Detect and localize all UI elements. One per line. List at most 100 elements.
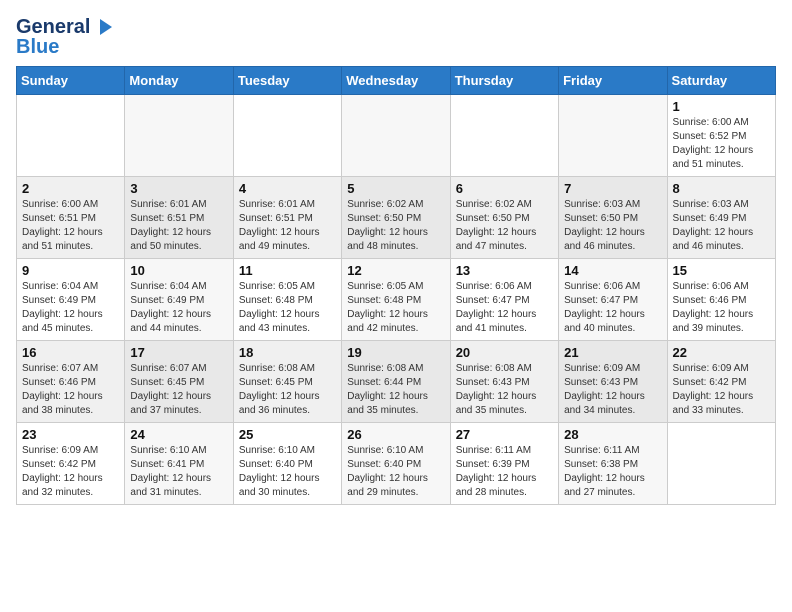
day-number: 27 [456, 427, 553, 442]
calendar-cell: 27 Sunrise: 6:11 AMSunset: 6:39 PMDayligh… [450, 423, 558, 505]
calendar-cell [667, 423, 775, 505]
col-header-friday: Friday [559, 67, 667, 95]
day-info: Sunrise: 6:11 AMSunset: 6:38 PMDaylight:… [564, 444, 661, 500]
logo-text-blue: Blue [16, 36, 59, 58]
day-number: 18 [239, 345, 336, 360]
calendar-header-row: SundayMondayTuesdayWednesdayThursdayFrid… [17, 67, 776, 95]
header: General Blue [16, 16, 776, 58]
logo: General Blue [16, 16, 114, 58]
day-info: Sunrise: 6:10 AMSunset: 6:41 PMDaylight:… [130, 444, 227, 500]
day-number: 10 [130, 263, 227, 278]
day-number: 8 [673, 181, 770, 196]
calendar-cell: 5 Sunrise: 6:02 AMSunset: 6:50 PMDaylight… [342, 177, 450, 259]
calendar-cell [233, 95, 341, 177]
calendar-cell [342, 95, 450, 177]
calendar-cell: 23 Sunrise: 6:09 AMSunset: 6:42 PMDayligh… [17, 423, 125, 505]
calendar-cell: 6 Sunrise: 6:02 AMSunset: 6:50 PMDaylight… [450, 177, 558, 259]
col-header-thursday: Thursday [450, 67, 558, 95]
day-info: Sunrise: 6:06 AMSunset: 6:47 PMDaylight:… [456, 280, 553, 336]
day-info: Sunrise: 6:08 AMSunset: 6:44 PMDaylight:… [347, 362, 444, 418]
calendar-cell: 3 Sunrise: 6:01 AMSunset: 6:51 PMDaylight… [125, 177, 233, 259]
day-info: Sunrise: 6:02 AMSunset: 6:50 PMDaylight:… [347, 198, 444, 254]
day-number: 12 [347, 263, 444, 278]
calendar-cell: 28 Sunrise: 6:11 AMSunset: 6:38 PMDayligh… [559, 423, 667, 505]
col-header-monday: Monday [125, 67, 233, 95]
day-number: 5 [347, 181, 444, 196]
calendar-cell: 17 Sunrise: 6:07 AMSunset: 6:45 PMDayligh… [125, 341, 233, 423]
calendar-week-row: 1Sunrise: 6:00 AMSunset: 6:52 PMDaylight… [17, 95, 776, 177]
day-info: Sunrise: 6:01 AMSunset: 6:51 PMDaylight:… [239, 198, 336, 254]
col-header-saturday: Saturday [667, 67, 775, 95]
day-number: 14 [564, 263, 661, 278]
day-info: Sunrise: 6:04 AMSunset: 6:49 PMDaylight:… [22, 280, 119, 336]
day-info: Sunrise: 6:11 AMSunset: 6:39 PMDaylight:… [456, 444, 553, 500]
calendar-cell: 25Sunrise: 6:10 AMSunset: 6:40 PMDayligh… [233, 423, 341, 505]
day-number: 2 [22, 181, 119, 196]
day-number: 26 [347, 427, 444, 442]
calendar-cell [450, 95, 558, 177]
calendar-cell: 7 Sunrise: 6:03 AMSunset: 6:50 PMDaylight… [559, 177, 667, 259]
calendar-cell: 11 Sunrise: 6:05 AMSunset: 6:48 PMDayligh… [233, 259, 341, 341]
calendar-cell: 14 Sunrise: 6:06 AMSunset: 6:47 PMDayligh… [559, 259, 667, 341]
col-header-tuesday: Tuesday [233, 67, 341, 95]
day-info: Sunrise: 6:09 AMSunset: 6:43 PMDaylight:… [564, 362, 661, 418]
calendar-cell: 9 Sunrise: 6:04 AMSunset: 6:49 PMDaylight… [17, 259, 125, 341]
calendar-cell: 15 Sunrise: 6:06 AMSunset: 6:46 PMDayligh… [667, 259, 775, 341]
day-number: 9 [22, 263, 119, 278]
day-info: Sunrise: 6:01 AMSunset: 6:51 PMDaylight:… [130, 198, 227, 254]
day-info: Sunrise: 6:03 AMSunset: 6:49 PMDaylight:… [673, 198, 770, 254]
day-number: 11 [239, 263, 336, 278]
calendar-cell: 13Sunrise: 6:06 AMSunset: 6:47 PMDayligh… [450, 259, 558, 341]
calendar-cell: 19 Sunrise: 6:08 AMSunset: 6:44 PMDayligh… [342, 341, 450, 423]
logo-text-general: General [16, 16, 90, 38]
day-info: Sunrise: 6:04 AMSunset: 6:49 PMDaylight:… [130, 280, 227, 336]
day-info: Sunrise: 6:07 AMSunset: 6:46 PMDaylight:… [22, 362, 119, 418]
day-number: 21 [564, 345, 661, 360]
day-number: 15 [673, 263, 770, 278]
calendar-cell [559, 95, 667, 177]
calendar-week-row: 23 Sunrise: 6:09 AMSunset: 6:42 PMDayligh… [17, 423, 776, 505]
day-number: 3 [130, 181, 227, 196]
day-info: Sunrise: 6:02 AMSunset: 6:50 PMDaylight:… [456, 198, 553, 254]
day-number: 7 [564, 181, 661, 196]
day-info: Sunrise: 6:08 AMSunset: 6:43 PMDaylight:… [456, 362, 553, 418]
calendar-week-row: 9 Sunrise: 6:04 AMSunset: 6:49 PMDaylight… [17, 259, 776, 341]
day-number: 28 [564, 427, 661, 442]
day-number: 1 [673, 99, 770, 114]
col-header-sunday: Sunday [17, 67, 125, 95]
calendar-cell: 10 Sunrise: 6:04 AMSunset: 6:49 PMDayligh… [125, 259, 233, 341]
day-number: 19 [347, 345, 444, 360]
day-info: Sunrise: 6:00 AMSunset: 6:51 PMDaylight:… [22, 198, 119, 254]
day-number: 16 [22, 345, 119, 360]
calendar-cell: 8 Sunrise: 6:03 AMSunset: 6:49 PMDaylight… [667, 177, 775, 259]
day-number: 20 [456, 345, 553, 360]
logo-arrow-icon [92, 16, 114, 38]
day-info: Sunrise: 6:06 AMSunset: 6:46 PMDaylight:… [673, 280, 770, 336]
calendar-cell [17, 95, 125, 177]
day-number: 24 [130, 427, 227, 442]
calendar-cell: 22 Sunrise: 6:09 AMSunset: 6:42 PMDayligh… [667, 341, 775, 423]
calendar-cell: 12 Sunrise: 6:05 AMSunset: 6:48 PMDayligh… [342, 259, 450, 341]
day-number: 17 [130, 345, 227, 360]
day-number: 23 [22, 427, 119, 442]
calendar-cell: 4 Sunrise: 6:01 AMSunset: 6:51 PMDaylight… [233, 177, 341, 259]
calendar-table: SundayMondayTuesdayWednesdayThursdayFrid… [16, 66, 776, 505]
day-info: Sunrise: 6:09 AMSunset: 6:42 PMDaylight:… [673, 362, 770, 418]
day-info: Sunrise: 6:06 AMSunset: 6:47 PMDaylight:… [564, 280, 661, 336]
calendar-week-row: 16 Sunrise: 6:07 AMSunset: 6:46 PMDayligh… [17, 341, 776, 423]
calendar-cell: 1Sunrise: 6:00 AMSunset: 6:52 PMDaylight… [667, 95, 775, 177]
calendar-week-row: 2 Sunrise: 6:00 AMSunset: 6:51 PMDaylight… [17, 177, 776, 259]
day-number: 22 [673, 345, 770, 360]
day-number: 6 [456, 181, 553, 196]
calendar-cell: 2 Sunrise: 6:00 AMSunset: 6:51 PMDaylight… [17, 177, 125, 259]
day-info: Sunrise: 6:09 AMSunset: 6:42 PMDaylight:… [22, 444, 119, 500]
day-info: Sunrise: 6:05 AMSunset: 6:48 PMDaylight:… [347, 280, 444, 336]
day-info: Sunrise: 6:05 AMSunset: 6:48 PMDaylight:… [239, 280, 336, 336]
calendar-cell: 26Sunrise: 6:10 AMSunset: 6:40 PMDayligh… [342, 423, 450, 505]
day-info: Sunrise: 6:10 AMSunset: 6:40 PMDaylight:… [239, 444, 336, 500]
day-info: Sunrise: 6:03 AMSunset: 6:50 PMDaylight:… [564, 198, 661, 254]
day-number: 4 [239, 181, 336, 196]
calendar-cell: 16 Sunrise: 6:07 AMSunset: 6:46 PMDayligh… [17, 341, 125, 423]
calendar-cell: 18Sunrise: 6:08 AMSunset: 6:45 PMDayligh… [233, 341, 341, 423]
day-info: Sunrise: 6:07 AMSunset: 6:45 PMDaylight:… [130, 362, 227, 418]
